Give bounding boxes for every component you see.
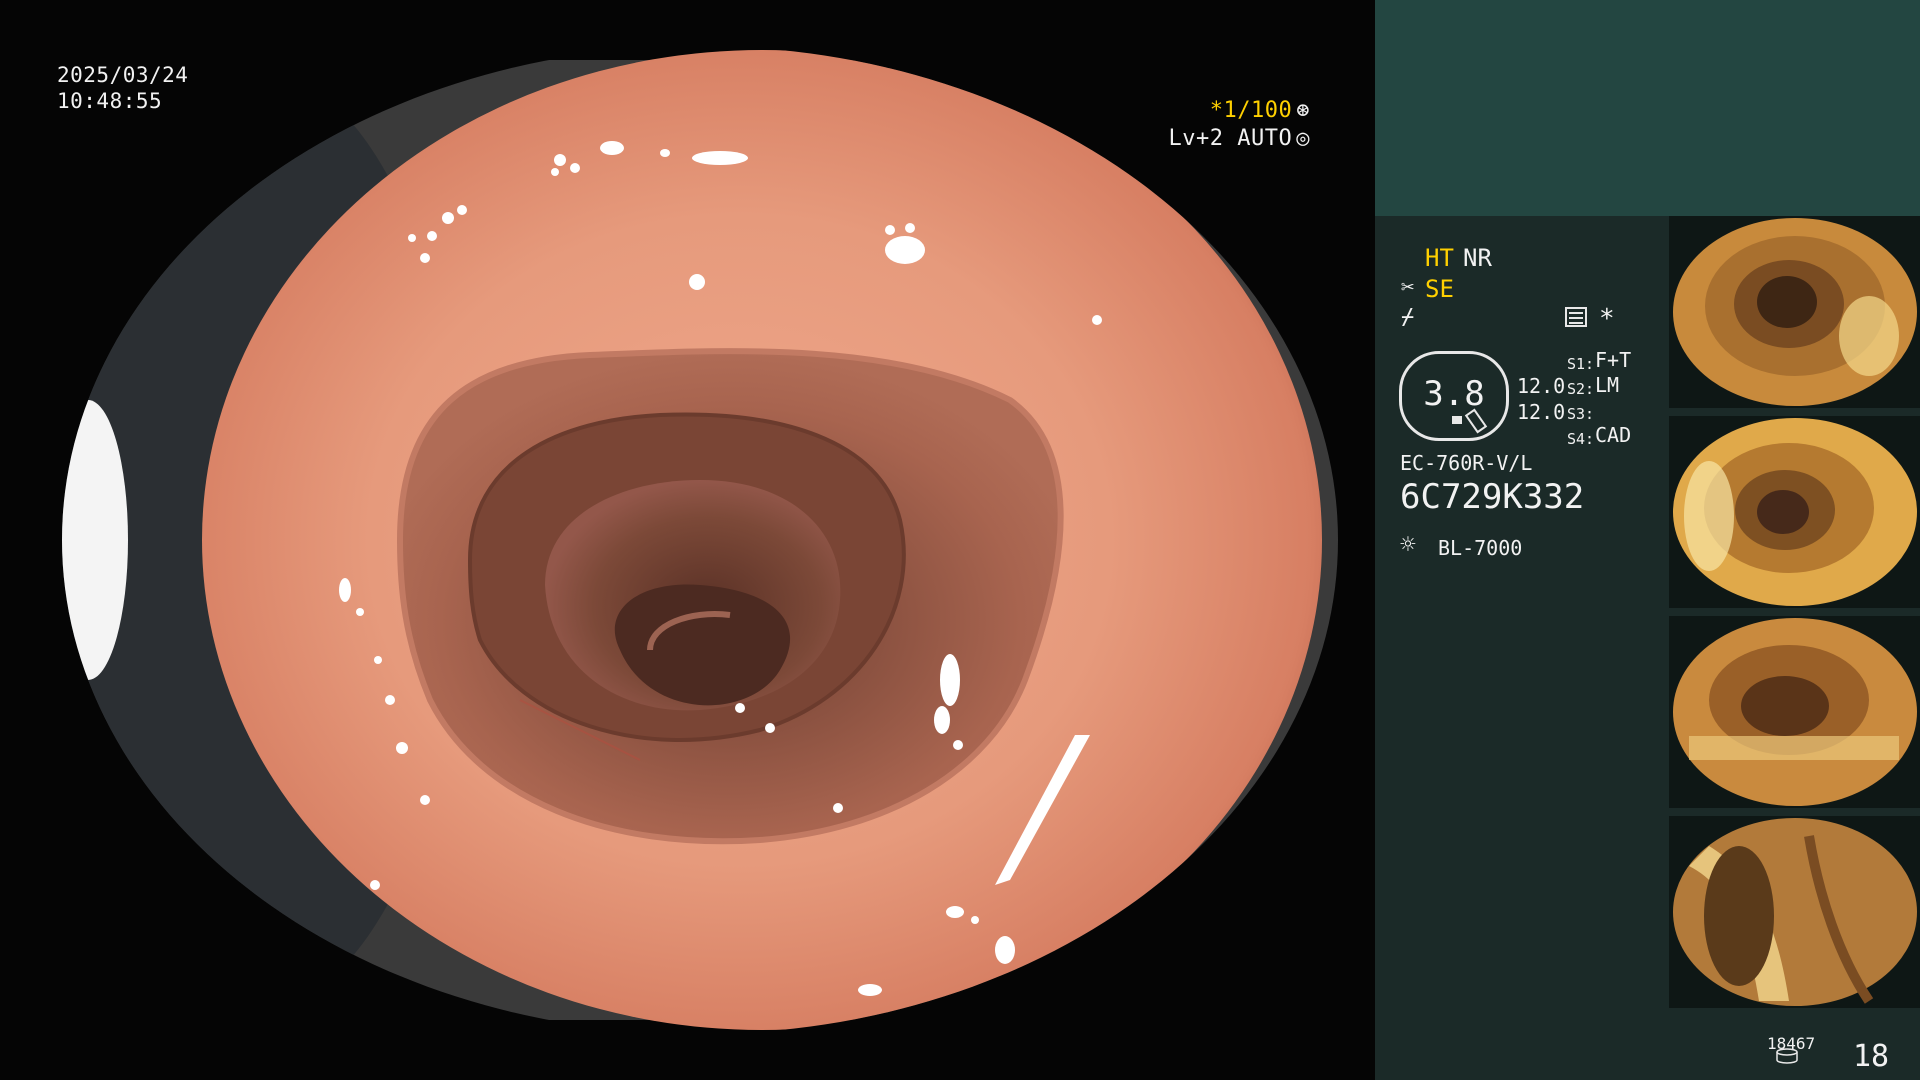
magnification-gauge: 3.8 xyxy=(1399,351,1509,441)
thumbnail-image xyxy=(1673,218,1917,406)
gauge-value: 3.8 xyxy=(1423,374,1485,414)
scope-serial: 6C729K332 xyxy=(1400,477,1585,517)
thumbnail-3[interactable] xyxy=(1669,616,1920,808)
shutter-readout: *1/100 ⊛ xyxy=(1210,98,1310,124)
thumbnail-image xyxy=(1673,818,1917,1006)
brightness-level-readout: Lv+2 AUTO ◎ xyxy=(1169,126,1310,152)
thumbnail-2[interactable] xyxy=(1669,416,1920,608)
light-source-model: BL-7000 xyxy=(1438,536,1523,560)
storage-icon xyxy=(1776,1048,1798,1064)
value-top: 12.0 xyxy=(1517,374,1566,398)
shutter-speed: *1/100 xyxy=(1209,98,1293,123)
thumbnail-image xyxy=(1673,618,1917,806)
value-bottom: 12.0 xyxy=(1517,400,1566,424)
asterisk-icon: * xyxy=(1599,304,1615,334)
thumbnail-image xyxy=(1673,418,1917,606)
se-mode-label: SE xyxy=(1425,275,1454,303)
image-count-large: 18 xyxy=(1853,1039,1890,1074)
auto-iris-icon: ◎ xyxy=(1296,126,1310,151)
s1-value: F+T xyxy=(1595,348,1632,372)
gauge-marker-icon xyxy=(1452,416,1462,424)
scope-model: EC-760R-V/L xyxy=(1400,451,1533,475)
date-text: 2025/03/24 xyxy=(57,63,189,87)
thumbnail-1[interactable] xyxy=(1669,216,1920,408)
date-time-readout: 2025/03/24 10:48:55 xyxy=(57,62,188,114)
aperture-icon: ⊛ xyxy=(1296,98,1310,123)
thumbnail-4[interactable] xyxy=(1669,816,1920,1008)
colon-lumen-image xyxy=(62,50,1338,1030)
color-mode-icon: ⌿ xyxy=(1401,305,1415,330)
s2-value: LM xyxy=(1595,373,1620,397)
ht-mode-label: HT xyxy=(1425,244,1454,272)
menu-icon xyxy=(1565,307,1587,327)
panel-header xyxy=(1375,0,1920,216)
s3-label: S3: xyxy=(1567,405,1595,423)
nr-mode-label: NR xyxy=(1463,244,1492,272)
time-text: 10:48:55 xyxy=(57,89,163,113)
light-source-icon: ☼ xyxy=(1400,530,1416,560)
s2-label: S2: xyxy=(1567,380,1595,398)
level-text: Lv+2 AUTO xyxy=(1168,126,1293,151)
s1-label: S1: xyxy=(1567,355,1595,373)
s4-label: S4: xyxy=(1567,430,1595,448)
endoscope-main-view: 2025/03/24 10:48:55 *1/100 ⊛ Lv+2 AUTO ◎ xyxy=(0,0,1375,1080)
s4-value: CAD xyxy=(1595,423,1632,447)
structure-enhance-icon: ✂ xyxy=(1401,275,1415,300)
